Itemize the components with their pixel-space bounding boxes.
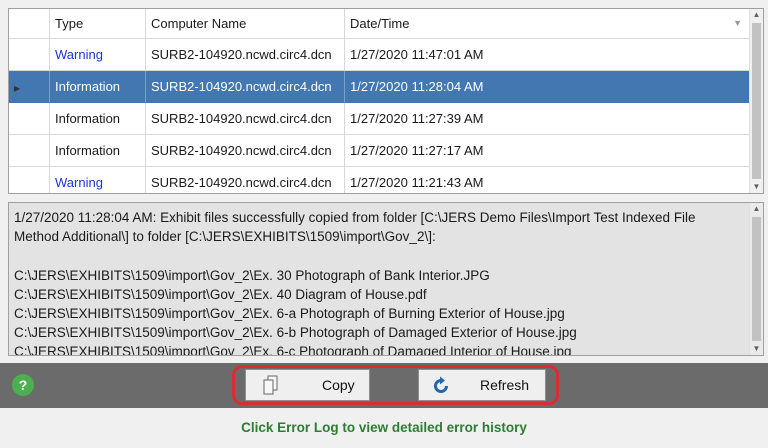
refresh-button-label: Refresh — [480, 377, 530, 393]
copy-icon — [263, 375, 278, 395]
log-line: C:\JERS\EXHIBITS\1509\import\Gov_2\Ex. 4… — [14, 286, 427, 302]
grid-scrollbar-thumb[interactable] — [752, 23, 761, 179]
column-header-datetime-label: Date/Time — [350, 16, 410, 31]
copy-button[interactable]: Copy — [245, 369, 370, 401]
cell-type: Warning — [50, 39, 146, 71]
table-row[interactable]: Warning SURB2-104920.ncwd.circ4.dcn 1/27/2… — [9, 39, 751, 71]
scroll-up-icon[interactable]: ▲ — [750, 9, 763, 21]
cell-type: Information — [50, 103, 146, 135]
cell-computer-name: SURB2-104920.ncwd.circ4.dcn — [146, 135, 345, 167]
copy-button-label: Copy — [322, 377, 355, 393]
log-line: C:\JERS\EXHIBITS\1509\import\Gov_2\Ex. 6… — [14, 306, 565, 322]
cell-computer-name: SURB2-104920.ncwd.circ4.dcn — [146, 103, 345, 135]
table-row[interactable]: Information SURB2-104920.ncwd.circ4.dcn 1/… — [9, 103, 751, 135]
cell-datetime: 1/27/2020 11:21:43 AM — [345, 167, 751, 193]
log-line: Method Additional\] to folder [C:\JERS\E… — [14, 229, 436, 245]
help-icon[interactable]: ? — [12, 374, 34, 396]
event-grid[interactable]: Type Computer Name Date/Time ▼ Warning SU… — [8, 8, 764, 194]
cell-datetime: 1/27/2020 11:27:17 AM — [345, 135, 751, 167]
log-text: 1/27/2020 11:28:04 AM: Exhibit files suc… — [14, 208, 742, 356]
toolbar: ? Copy Refresh — [0, 363, 768, 408]
grid-scrollbar[interactable]: ▲ ▼ — [749, 9, 763, 193]
log-line: 1/27/2020 11:28:04 AM: Exhibit files suc… — [14, 210, 696, 225]
column-header-computer-name[interactable]: Computer Name — [146, 9, 345, 39]
cell-type: Information — [50, 135, 146, 167]
grid-header: Type Computer Name Date/Time ▼ — [9, 9, 751, 39]
row-indicator: ▶ — [9, 71, 50, 103]
row-indicator — [9, 167, 50, 193]
cell-datetime: 1/27/2020 11:27:39 AM — [345, 103, 751, 135]
row-indicator — [9, 103, 50, 135]
table-row[interactable]: Information SURB2-104920.ncwd.circ4.dcn 1/… — [9, 135, 751, 167]
log-line: C:\JERS\EXHIBITS\1509\import\Gov_2\Ex. 3… — [14, 267, 490, 283]
log-scrollbar-thumb[interactable] — [752, 217, 761, 341]
cell-datetime: 1/27/2020 11:28:04 AM — [345, 71, 751, 103]
cell-computer-name: SURB2-104920.ncwd.circ4.dcn — [146, 39, 345, 71]
cell-type: Information — [50, 71, 146, 103]
cell-computer-name: SURB2-104920.ncwd.circ4.dcn — [146, 71, 345, 103]
scroll-down-icon[interactable]: ▼ — [750, 181, 763, 193]
row-indicator — [9, 135, 50, 167]
scroll-down-icon[interactable]: ▼ — [750, 343, 763, 355]
current-row-icon: ▶ — [14, 84, 21, 93]
refresh-button[interactable]: Refresh — [418, 369, 546, 401]
scroll-up-icon[interactable]: ▲ — [750, 203, 763, 215]
log-detail-box[interactable]: 1/27/2020 11:28:04 AM: Exhibit files suc… — [8, 202, 764, 356]
column-header-datetime[interactable]: Date/Time ▼ — [345, 9, 751, 39]
cell-computer-name: SURB2-104920.ncwd.circ4.dcn — [146, 167, 345, 193]
sort-arrow-icon: ▼ — [733, 18, 742, 28]
column-header-indicator — [9, 9, 50, 39]
cell-type: Warning — [50, 167, 146, 193]
refresh-icon — [434, 376, 448, 393]
error-log-link[interactable]: Click Error Log to view detailed error h… — [0, 408, 768, 440]
row-indicator — [9, 39, 50, 71]
cell-datetime: 1/27/2020 11:47:01 AM — [345, 39, 751, 71]
log-line: C:\JERS\EXHIBITS\1509\import\Gov_2\Ex. 6… — [14, 325, 577, 341]
table-row[interactable]: Warning SURB2-104920.ncwd.circ4.dcn 1/27/2… — [9, 167, 751, 193]
column-header-type[interactable]: Type — [50, 9, 146, 39]
table-row[interactable]: ▶ Information SURB2-104920.ncwd.circ4.dcn 1… — [9, 71, 751, 103]
log-scrollbar[interactable]: ▲ ▼ — [749, 203, 763, 355]
log-line: C:\JERS\EXHIBITS\1509\import\Gov_2\Ex. 6… — [14, 344, 572, 356]
